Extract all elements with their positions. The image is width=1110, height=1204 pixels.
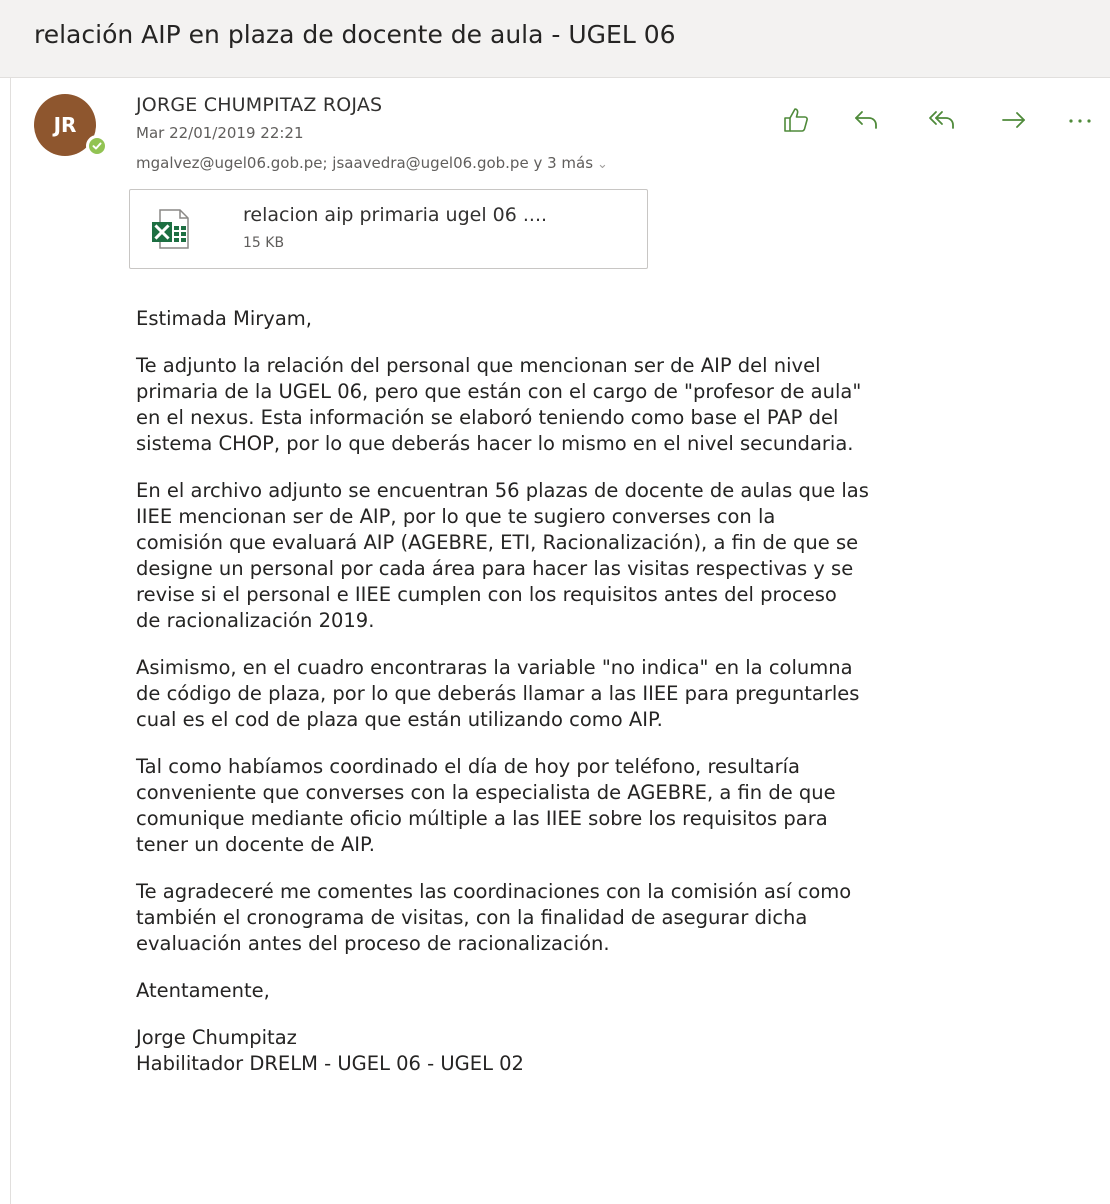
- left-divider: [10, 78, 11, 1204]
- more-icon: [1069, 119, 1091, 123]
- presence-available-icon: [86, 135, 108, 157]
- reply-all-icon: [929, 111, 954, 129]
- subject-bar: relación AIP en plaza de docente de aula…: [0, 0, 1110, 78]
- sender-name[interactable]: JORGE CHUMPITAZ ROJAS: [136, 94, 382, 116]
- reply-button[interactable]: [846, 100, 886, 140]
- body-greeting: Estimada Miryam,: [136, 307, 312, 330]
- sent-date: Mar 22/01/2019 22:21: [136, 124, 304, 142]
- attachment-size: 15 KB: [243, 235, 285, 251]
- attachment-card[interactable]: relacion aip primaria ugel 06 .... 15 KB: [129, 189, 648, 269]
- excel-file-icon: [148, 206, 194, 252]
- message-body: Estimada Miryam, Te adjunto la relación …: [136, 306, 1096, 1098]
- reply-icon: [855, 111, 877, 129]
- more-actions-button[interactable]: [1060, 100, 1100, 140]
- expand-recipients-icon[interactable]: ⌄: [597, 157, 608, 172]
- like-icon: [784, 108, 808, 132]
- body-paragraph-1: Te adjunto la relación del personal que …: [136, 354, 862, 455]
- recipients-line[interactable]: mgalvez@ugel06.gob.pe; jsaavedra@ugel06.…: [136, 154, 608, 172]
- forward-icon: [1002, 112, 1025, 128]
- avatar-initials: JR: [53, 113, 77, 137]
- reply-all-button[interactable]: [922, 100, 962, 140]
- body-paragraph-2: En el archivo adjunto se encuentran 56 p…: [136, 479, 869, 632]
- body-paragraph-5: Te agradeceré me comentes las coordinaci…: [136, 880, 852, 955]
- recipients-text: mgalvez@ugel06.gob.pe; jsaavedra@ugel06.…: [136, 154, 594, 172]
- forward-button[interactable]: [994, 100, 1034, 140]
- attachment-name: relacion aip primaria ugel 06 ....: [243, 204, 548, 226]
- body-signature: Jorge Chumpitaz Habilitador DRELM - UGEL…: [136, 1026, 524, 1075]
- body-paragraph-3: Asimismo, en el cuadro encontraras la va…: [136, 656, 860, 731]
- body-closing: Atentamente,: [136, 979, 270, 1002]
- like-button[interactable]: [776, 100, 816, 140]
- email-subject: relación AIP en plaza de docente de aula…: [34, 20, 676, 49]
- body-paragraph-4: Tal como habíamos coordinado el día de h…: [136, 755, 836, 856]
